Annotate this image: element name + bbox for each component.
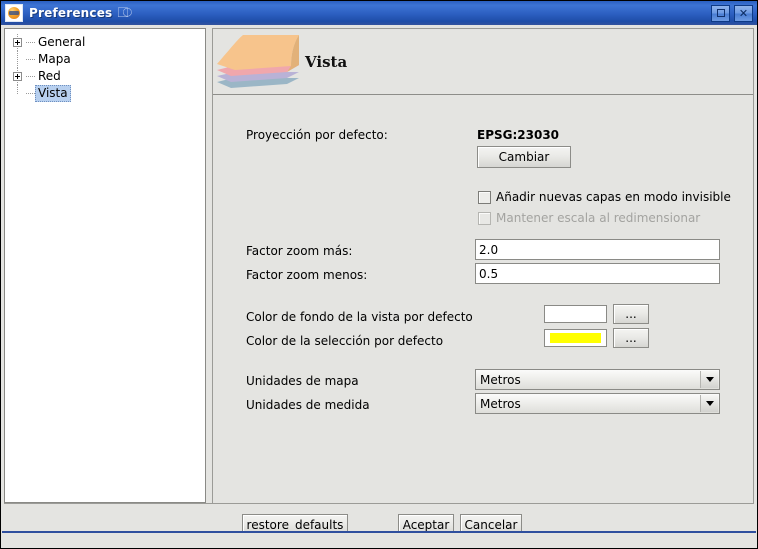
sidebar-item-mapa[interactable]: Mapa — [9, 51, 205, 68]
selection-color-fill — [550, 333, 601, 343]
sidebar-item-label: Vista — [35, 85, 71, 102]
measure-units-select[interactable]: Metros — [475, 393, 720, 414]
ellipsis-icon: ... — [625, 307, 637, 321]
status-strip — [2, 531, 756, 547]
maximize-icon — [716, 9, 725, 17]
ellipsis-icon: ... — [625, 331, 637, 345]
selection-color-label: Color de la selección por defecto — [246, 334, 444, 348]
selection-color-browse-button[interactable]: ... — [613, 328, 649, 348]
close-icon: ✕ — [738, 6, 749, 20]
accept-label: Aceptar — [402, 518, 450, 532]
expand-toggle-red[interactable] — [9, 68, 26, 85]
projection-value: EPSG:23030 — [477, 128, 560, 142]
zoom-out-value: 0.5 — [479, 266, 499, 281]
zoom-out-input[interactable]: 0.5 — [475, 263, 720, 284]
checkbox-invisible-layers-label: Añadir nuevas capas en modo invisible — [496, 190, 731, 204]
close-button[interactable]: ✕ — [734, 4, 753, 22]
map-units-select[interactable]: Metros — [475, 369, 720, 390]
title-bar[interactable]: Preferences ⎄ ✕ — [1, 1, 757, 25]
window-title: Preferences — [29, 6, 113, 20]
expand-toggle-general[interactable] — [9, 34, 26, 51]
background-color-swatch[interactable] — [544, 305, 607, 323]
tree-connector — [26, 85, 35, 102]
preferences-window: Preferences ⎄ ✕ General Mapa Red Vista V… — [0, 0, 758, 549]
tree-connector — [26, 68, 35, 85]
sidebar-item-red[interactable]: Red — [9, 68, 205, 85]
sidebar-item-label: Mapa — [38, 52, 71, 66]
zoom-in-input[interactable]: 2.0 — [475, 239, 720, 260]
map-units-value: Metros — [480, 372, 521, 387]
zoom-in-value: 2.0 — [479, 242, 499, 257]
gvsig-logo-icon — [5, 4, 23, 22]
chevron-down-icon[interactable] — [700, 395, 718, 412]
background-color-browse-button[interactable]: ... — [613, 304, 649, 324]
layer-stack-icon — [213, 32, 303, 92]
zoom-in-label: Factor zoom más: — [246, 244, 353, 258]
page-title: Vista — [305, 52, 348, 71]
checkbox-keep-scale — [478, 211, 491, 225]
measure-units-label: Unidades de medida — [246, 398, 370, 412]
split-pane: General Mapa Red Vista Vista Proyección … — [4, 28, 754, 503]
projection-label: Proyección por defecto: — [246, 128, 388, 142]
cambiar-button[interactable]: Cambiar — [477, 146, 571, 168]
tree-spacer — [9, 85, 26, 102]
vista-settings-panel: Vista Proyección por defecto: EPSG:23030… — [212, 28, 754, 503]
cancel-label: Cancelar — [464, 518, 518, 532]
checkbox-invisible-layers[interactable] — [478, 190, 491, 204]
sidebar-item-vista[interactable]: Vista — [9, 85, 205, 102]
zoom-out-label: Factor zoom menos: — [246, 268, 368, 282]
map-units-label: Unidades de mapa — [246, 374, 359, 388]
background-color-fill — [550, 309, 601, 319]
swirl-icon: ⎄ — [117, 5, 133, 21]
sidebar-item-label: Red — [38, 69, 61, 83]
sidebar-item-label: General — [38, 35, 86, 49]
plus-icon — [13, 38, 22, 47]
tree-connector — [26, 51, 35, 68]
tree-spacer — [9, 51, 26, 68]
measure-units-value: Metros — [480, 396, 521, 411]
maximize-button[interactable] — [711, 4, 730, 22]
plus-icon — [13, 72, 22, 81]
panel-header: Vista — [213, 29, 753, 95]
cambiar-button-label: Cambiar — [498, 150, 550, 164]
restore-defaults-label: restore_defaults — [246, 518, 344, 532]
window-content: General Mapa Red Vista Vista Proyección … — [1, 25, 757, 548]
checkbox-keep-scale-label: Mantener escala al redimensionar — [496, 211, 701, 225]
tree-connector — [26, 34, 35, 51]
preferences-tree[interactable]: General Mapa Red Vista — [4, 28, 206, 503]
background-color-label: Color de fondo de la vista por defecto — [246, 310, 473, 324]
chevron-down-icon[interactable] — [700, 371, 718, 388]
selection-color-swatch[interactable] — [544, 329, 607, 347]
sidebar-item-general[interactable]: General — [9, 34, 205, 51]
